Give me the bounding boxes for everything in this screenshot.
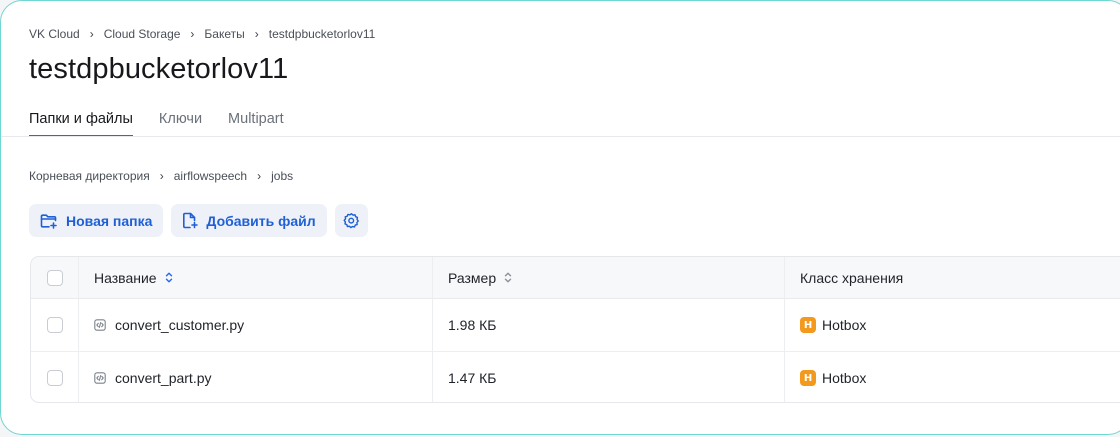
chevron-right-icon: › [89, 27, 94, 41]
select-all-checkbox[interactable] [46, 269, 63, 286]
file-size-cell: 1.47 КБ [433, 352, 785, 402]
tab-keys[interactable]: Ключи [159, 111, 202, 137]
chevron-right-icon: › [159, 169, 164, 183]
row-select-cell [31, 299, 79, 351]
column-size-label: Размер [448, 269, 497, 286]
tab-multipart[interactable]: Multipart [228, 111, 284, 137]
code-file-icon [94, 372, 106, 384]
column-header-size[interactable]: Размер [433, 257, 785, 298]
chevron-right-icon: › [190, 27, 195, 41]
column-name-label: Название [94, 269, 157, 286]
tab-divider [1, 136, 1120, 137]
folder-plus-icon [40, 213, 58, 229]
tab-folders-and-files[interactable]: Папки и файлы [29, 111, 133, 137]
sort-icon[interactable] [504, 272, 512, 283]
table-header: Название Размер Класс хранения [31, 257, 1120, 299]
row-checkbox[interactable] [46, 370, 63, 386]
add-file-label: Добавить файл [206, 212, 316, 229]
column-header-name[interactable]: Название [79, 257, 433, 298]
column-header-storage-class: Класс хранения [785, 257, 1120, 298]
file-size: 1.98 КБ [448, 317, 497, 333]
breadcrumb-item-current: testdpbucketorlov11 [268, 27, 376, 41]
directory-path: Корневая директория › airflowspeech › jo… [29, 169, 293, 183]
breadcrumb-item-cloud-storage[interactable]: Cloud Storage [104, 27, 181, 41]
column-storage-class-label: Класс хранения [800, 269, 904, 286]
add-file-button[interactable]: Добавить файл [171, 204, 327, 237]
file-size-cell: 1.98 КБ [433, 299, 785, 351]
breadcrumb: VK Cloud › Cloud Storage › Бакеты › test… [29, 27, 375, 41]
sort-icon[interactable] [165, 272, 173, 283]
path-item-airflowspeech[interactable]: airflowspeech [174, 169, 247, 183]
breadcrumb-item-buckets[interactable]: Бакеты [204, 27, 244, 41]
storage-class-label: Hotbox [822, 370, 867, 386]
page-title: testdpbucketorlov11 [29, 53, 289, 85]
file-plus-icon [182, 212, 199, 229]
file-name-cell: convert_customer.py [79, 299, 433, 351]
file-size: 1.47 КБ [448, 370, 497, 386]
action-toolbar: Новая папка Добавить файл [29, 204, 368, 237]
path-item-root[interactable]: Корневая директория [29, 169, 150, 183]
file-name-cell: convert_part.py [79, 352, 433, 402]
table-row[interactable]: convert_customer.py 1.98 КБ H Hotbox [31, 299, 1120, 352]
new-folder-label: Новая папка [66, 212, 153, 229]
storage-class-cell: H Hotbox [785, 299, 1120, 351]
chevron-right-icon: › [254, 27, 259, 41]
hotbox-badge: H [800, 370, 816, 386]
tab-bar: Папки и файлы Ключи Multipart [29, 111, 284, 137]
page-frame: VK Cloud › Cloud Storage › Бакеты › test… [0, 0, 1120, 435]
row-select-cell [31, 352, 79, 402]
gear-icon [343, 212, 360, 229]
storage-class-cell: H Hotbox [785, 352, 1120, 402]
hotbox-badge: H [800, 317, 816, 333]
select-all-cell [31, 257, 79, 298]
files-table: Название Размер Класс хранения convert_c… [30, 256, 1120, 403]
row-checkbox[interactable] [46, 317, 63, 333]
chevron-right-icon: › [257, 169, 262, 183]
code-file-icon [94, 319, 106, 331]
settings-button[interactable] [334, 204, 368, 237]
path-item-jobs: jobs [271, 169, 294, 183]
storage-class-label: Hotbox [822, 317, 867, 333]
breadcrumb-item-vk-cloud[interactable]: VK Cloud [29, 27, 80, 41]
new-folder-button[interactable]: Новая папка [29, 204, 164, 237]
file-name-link[interactable]: convert_part.py [115, 370, 212, 386]
table-row[interactable]: convert_part.py 1.47 КБ H Hotbox [31, 352, 1120, 402]
file-name-link[interactable]: convert_customer.py [115, 317, 244, 333]
